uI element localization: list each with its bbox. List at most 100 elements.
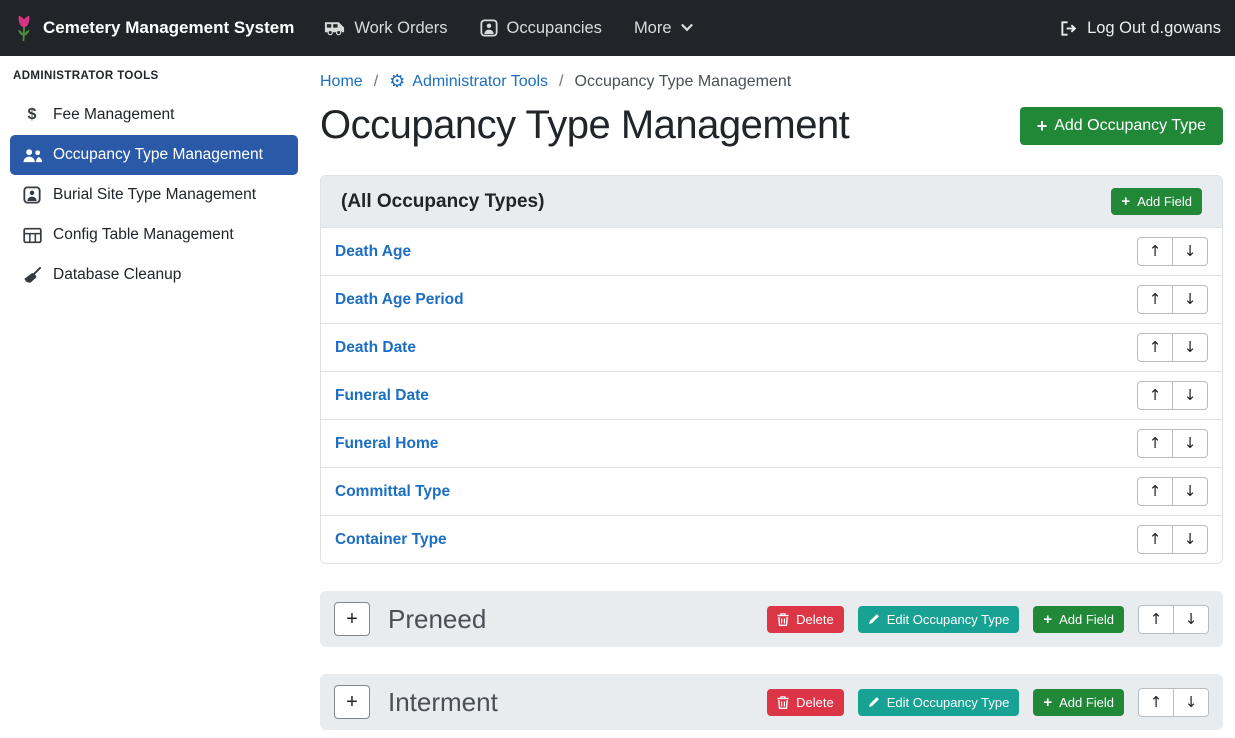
title-row: Occupancy Type Management + Add Occupanc…: [320, 103, 1223, 148]
move-down-button[interactable]: ↓: [1173, 605, 1209, 634]
edit-occupancy-type-button[interactable]: Edit Occupancy Type: [858, 689, 1020, 716]
add-field-label: Add Field: [1059, 612, 1114, 627]
expand-section-button[interactable]: +: [334, 685, 370, 719]
delete-label: Delete: [796, 695, 834, 710]
add-field-button[interactable]: + Add Field: [1033, 689, 1124, 716]
field-row: Death Age Period ↑ ↓: [321, 275, 1222, 323]
field-row: Container Type ↑ ↓: [321, 515, 1222, 563]
move-down-button[interactable]: ↓: [1172, 237, 1208, 266]
move-down-button[interactable]: ↓: [1172, 477, 1208, 506]
sidebar-item-database-cleanup[interactable]: Database Cleanup: [10, 255, 298, 295]
breadcrumb: Home / ⚙ Administrator Tools / Occupancy…: [320, 73, 1223, 91]
move-up-button[interactable]: ↑: [1137, 285, 1173, 314]
card-title: (All Occupancy Types): [341, 191, 544, 213]
chevron-down-icon: [681, 24, 693, 32]
sidebar-item-label: Config Table Management: [53, 226, 234, 244]
move-down-button[interactable]: ↓: [1172, 333, 1208, 362]
delete-button[interactable]: Delete: [767, 689, 844, 716]
move-up-button[interactable]: ↑: [1138, 688, 1174, 717]
edit-label: Edit Occupancy Type: [887, 612, 1010, 627]
expand-section-button[interactable]: +: [334, 602, 370, 636]
van-icon: [324, 20, 345, 36]
plus-icon: +: [1043, 695, 1052, 710]
reorder-controls: ↑ ↓: [1137, 525, 1208, 554]
field-list: Death Age ↑ ↓ Death Age Period ↑ ↓: [321, 228, 1222, 563]
all-occupancy-types-card: (All Occupancy Types) + Add Field Death …: [320, 175, 1223, 564]
edit-occupancy-type-button[interactable]: Edit Occupancy Type: [858, 606, 1020, 633]
move-up-button[interactable]: ↑: [1138, 605, 1174, 634]
users-icon: [21, 148, 43, 163]
plus-icon: +: [1121, 194, 1130, 209]
move-down-button[interactable]: ↓: [1172, 285, 1208, 314]
nav-occupancies-label: Occupancies: [507, 19, 602, 38]
field-link[interactable]: Funeral Home: [335, 435, 438, 453]
move-down-button[interactable]: ↓: [1172, 525, 1208, 554]
trash-icon: [777, 696, 789, 709]
navbar-links: Work Orders Occupancies More: [324, 19, 692, 38]
move-down-button[interactable]: ↓: [1173, 688, 1209, 717]
add-occupancy-type-button[interactable]: + Add Occupancy Type: [1020, 107, 1223, 145]
reorder-controls: ↑ ↓: [1137, 285, 1208, 314]
breadcrumb-home-link[interactable]: Home: [320, 73, 363, 91]
field-link[interactable]: Funeral Date: [335, 387, 429, 405]
nav-work-orders-label: Work Orders: [354, 19, 447, 38]
delete-label: Delete: [796, 612, 834, 627]
field-link[interactable]: Death Age Period: [335, 291, 464, 309]
add-field-button[interactable]: + Add Field: [1033, 606, 1124, 633]
sidebar-item-burial-site-type-management[interactable]: Burial Site Type Management: [10, 175, 298, 215]
nav-more[interactable]: More: [634, 19, 693, 38]
sidebar-item-label: Occupancy Type Management: [53, 146, 263, 164]
breadcrumb-separator: /: [374, 73, 378, 91]
reorder-controls: ↑ ↓: [1137, 237, 1208, 266]
sidebar-item-occupancy-type-management[interactable]: Occupancy Type Management: [10, 135, 298, 175]
move-up-button[interactable]: ↑: [1137, 237, 1173, 266]
flower-icon: [14, 14, 34, 42]
sidebar-heading: Administrator Tools: [0, 68, 308, 95]
reorder-controls: ↑ ↓: [1137, 477, 1208, 506]
sidebar-item-config-table-management[interactable]: Config Table Management: [10, 215, 298, 255]
delete-button[interactable]: Delete: [767, 606, 844, 633]
occupant-frame-icon: [21, 186, 43, 204]
occupancy-type-section-header: + Preneed Delete: [320, 591, 1223, 647]
section-title: Preneed: [388, 604, 486, 635]
field-link[interactable]: Container Type: [335, 531, 447, 549]
move-up-button[interactable]: ↑: [1137, 429, 1173, 458]
nav-occupancies[interactable]: Occupancies: [480, 19, 602, 38]
move-up-button[interactable]: ↑: [1137, 333, 1173, 362]
reorder-controls: ↑ ↓: [1137, 333, 1208, 362]
field-link[interactable]: Committal Type: [335, 483, 450, 501]
dollar-icon: $: [21, 106, 43, 124]
field-link[interactable]: Death Age: [335, 243, 411, 261]
move-up-button[interactable]: ↑: [1137, 381, 1173, 410]
field-link[interactable]: Death Date: [335, 339, 416, 357]
move-up-button[interactable]: ↑: [1137, 525, 1173, 554]
occupant-frame-icon: [480, 19, 498, 37]
add-field-button[interactable]: + Add Field: [1111, 188, 1202, 215]
main-content: Home / ⚙ Administrator Tools / Occupancy…: [308, 56, 1235, 738]
nav-work-orders[interactable]: Work Orders: [324, 19, 447, 38]
move-up-button[interactable]: ↑: [1137, 477, 1173, 506]
top-navbar: Cemetery Management System Work Orders O…: [0, 0, 1235, 56]
occupancy-type-section-header: + Interment Delete: [320, 674, 1223, 730]
trash-icon: [777, 613, 789, 626]
sidebar-nav: $ Fee Management Occupancy Type Manageme…: [0, 95, 308, 295]
reorder-controls: ↑ ↓: [1137, 429, 1208, 458]
pencil-icon: [868, 613, 880, 625]
breadcrumb-admin-tools-link[interactable]: ⚙ Administrator Tools: [389, 73, 548, 91]
section-actions: Delete Edit Occupancy Type + Add Field ↑: [767, 605, 1209, 634]
pencil-icon: [868, 696, 880, 708]
logout-label: Log Out d.gowans: [1087, 19, 1221, 38]
field-row: Funeral Home ↑ ↓: [321, 419, 1222, 467]
logout-button[interactable]: Log Out d.gowans: [1059, 19, 1221, 38]
table-icon: [21, 227, 43, 244]
sidebar-item-fee-management[interactable]: $ Fee Management: [10, 95, 298, 135]
move-down-button[interactable]: ↓: [1172, 429, 1208, 458]
section-title: Interment: [388, 687, 498, 718]
all-occupancy-types-header: (All Occupancy Types) + Add Field: [321, 176, 1222, 228]
broom-icon: [21, 266, 43, 284]
app-brand[interactable]: Cemetery Management System: [14, 14, 294, 42]
app-title: Cemetery Management System: [43, 18, 294, 38]
sidebar-item-label: Burial Site Type Management: [53, 186, 256, 204]
move-down-button[interactable]: ↓: [1172, 381, 1208, 410]
section-actions: Delete Edit Occupancy Type + Add Field ↑: [767, 688, 1209, 717]
